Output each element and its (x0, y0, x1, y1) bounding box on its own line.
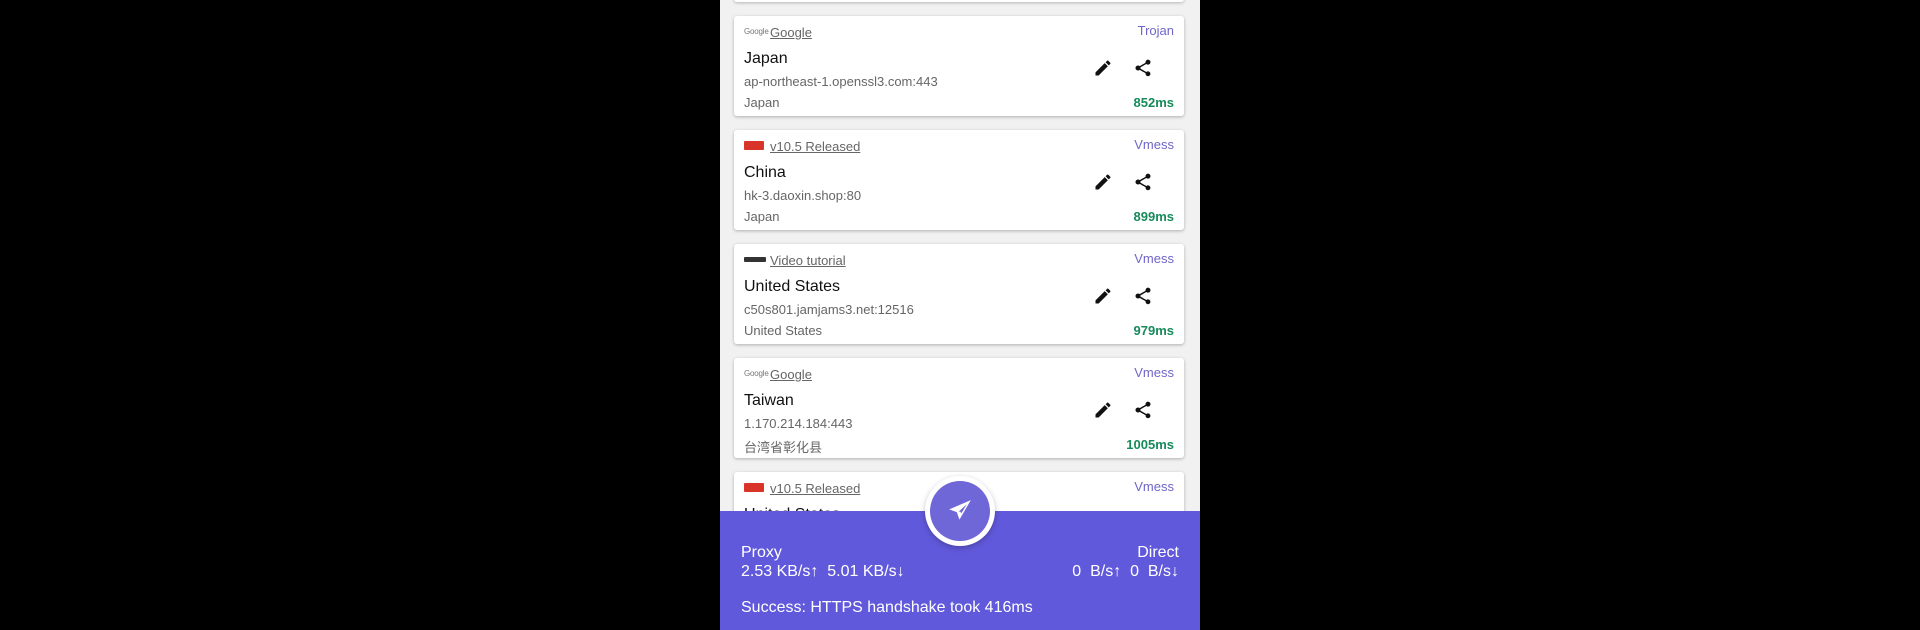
connect-button[interactable] (925, 476, 995, 546)
subscription-link[interactable]: Video tutorial (770, 253, 846, 268)
google-logo: Google (744, 368, 769, 378)
paper-plane-icon (949, 500, 971, 520)
server-card[interactable]: Video tutorial Vmess United States c50s8… (734, 244, 1184, 344)
pencil-icon (1095, 60, 1111, 76)
direct-speed: 0 B/s↑ 0 B/s↓ (1072, 563, 1179, 580)
edit-button[interactable] (1091, 56, 1115, 80)
server-address: 1.170.214.184:443 (744, 416, 853, 431)
server-card[interactable]: v10.5 Released Vmess China hk-3.daoxin.s… (734, 130, 1184, 230)
share-button[interactable] (1131, 56, 1155, 80)
direct-label: Direct (1137, 544, 1179, 561)
server-address: hk-3.daoxin.shop:80 (744, 188, 862, 203)
protocol-label: Vmess (1134, 365, 1174, 380)
latency-value: 1005ms (1126, 437, 1174, 452)
subscription-link[interactable]: Google (770, 367, 812, 382)
subscription-link[interactable]: v10.5 Released (770, 481, 860, 496)
status-message: Success: HTTPS handshake took 416ms (741, 599, 1033, 616)
latency-value: 899ms (1133, 209, 1174, 224)
edit-button[interactable] (1091, 398, 1115, 422)
previous-server-card-edge (734, 0, 1184, 2)
server-name: Taiwan (744, 392, 794, 409)
server-name: China (744, 164, 786, 181)
protocol-label: Vmess (1134, 137, 1174, 152)
share-button[interactable] (1131, 284, 1155, 308)
share-button[interactable] (1131, 170, 1155, 194)
app-screen: Google Google Trojan Japan ap-northeast-… (720, 0, 1200, 630)
edit-button[interactable] (1091, 170, 1115, 194)
pencil-icon (1095, 402, 1111, 418)
latency-value: 979ms (1133, 323, 1174, 338)
server-location: 台湾省彰化县 (744, 440, 823, 455)
pencil-icon (1095, 174, 1111, 190)
server-location: Japan (744, 209, 780, 224)
pencil-icon (1095, 288, 1111, 304)
subscription-link[interactable]: v10.5 Released (770, 139, 860, 154)
server-name: United States (744, 278, 841, 295)
dark-brand-logo (744, 254, 766, 264)
red-brand-logo (744, 140, 766, 150)
share-button[interactable] (1131, 398, 1155, 422)
google-logo: Google (744, 26, 769, 36)
protocol-label: Vmess (1134, 251, 1174, 266)
server-name: Japan (744, 50, 788, 67)
latency-value: 852ms (1133, 95, 1174, 110)
proxy-speed: 2.53 KB/s↑ 5.01 KB/s↓ (741, 563, 905, 580)
share-icon (1135, 287, 1151, 305)
server-card[interactable]: Google Google Trojan Japan ap-northeast-… (734, 16, 1184, 116)
server-location: Japan (744, 95, 780, 110)
subscription-link[interactable]: Google (770, 25, 812, 40)
server-address: ap-northeast-1.openssl3.com:443 (744, 74, 938, 89)
server-address: c50s801.jamjams3.net:12516 (744, 302, 914, 317)
server-card[interactable]: Google Google Vmess Taiwan 1.170.214.184… (734, 358, 1184, 458)
share-icon (1135, 401, 1151, 419)
share-icon (1135, 59, 1151, 77)
share-icon (1135, 173, 1151, 191)
edit-button[interactable] (1091, 284, 1115, 308)
proxy-label: Proxy (741, 544, 782, 561)
red-brand-logo (744, 482, 766, 492)
protocol-label: Trojan (1137, 23, 1174, 38)
server-location: United States (744, 323, 823, 338)
protocol-label: Vmess (1134, 479, 1174, 494)
